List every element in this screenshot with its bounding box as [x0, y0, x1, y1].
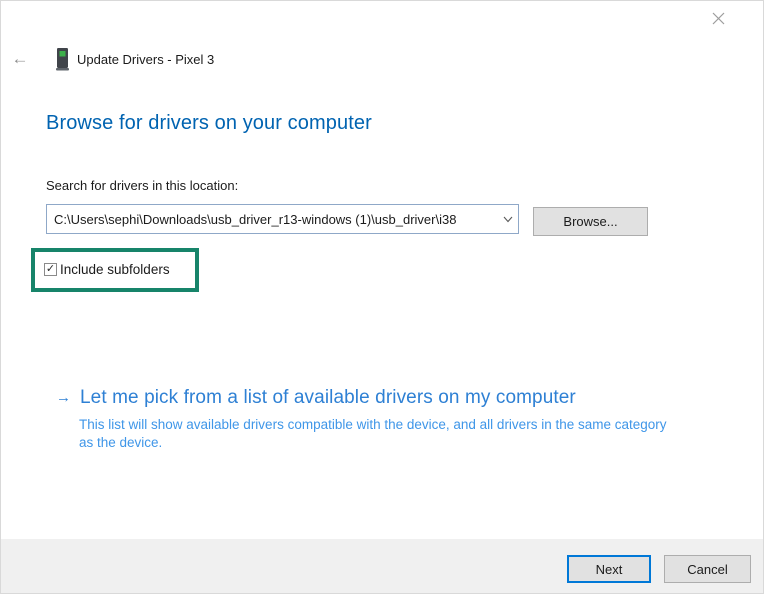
next-button[interactable]: Next: [567, 555, 651, 583]
close-button[interactable]: [707, 10, 729, 32]
android-device-icon: [56, 48, 69, 71]
checkmark-icon: ✓: [46, 264, 55, 275]
wizard-title: Update Drivers - Pixel 3: [77, 52, 214, 67]
back-button[interactable]: ←: [7, 47, 33, 71]
pick-from-list-option[interactable]: → Let me pick from a list of available d…: [56, 387, 576, 409]
include-subfolders-label: Include subfolders: [60, 262, 170, 277]
pick-from-list-link[interactable]: Let me pick from a list of available dri…: [80, 387, 576, 409]
update-drivers-wizard-window: ← Update Drivers - Pixel 3 Browse for dr…: [0, 0, 764, 594]
page-title: Browse for drivers on your computer: [46, 112, 372, 135]
driver-path-input[interactable]: [47, 212, 498, 227]
right-arrow-icon: →: [56, 387, 71, 409]
browse-button[interactable]: Browse...: [533, 207, 648, 236]
chevron-down-icon: [503, 210, 513, 228]
back-arrow-icon: ←: [12, 49, 29, 68]
include-subfolders-checkbox[interactable]: ✓: [44, 263, 57, 276]
cancel-button[interactable]: Cancel: [664, 555, 751, 583]
search-location-label: Search for drivers in this location:: [46, 178, 238, 193]
close-icon: [711, 11, 726, 31]
driver-path-combobox[interactable]: [46, 204, 519, 234]
pick-from-list-description: This list will show available drivers co…: [79, 416, 674, 452]
include-subfolders-option[interactable]: ✓ Include subfolders: [44, 262, 170, 277]
combobox-dropdown-button[interactable]: [498, 205, 518, 233]
